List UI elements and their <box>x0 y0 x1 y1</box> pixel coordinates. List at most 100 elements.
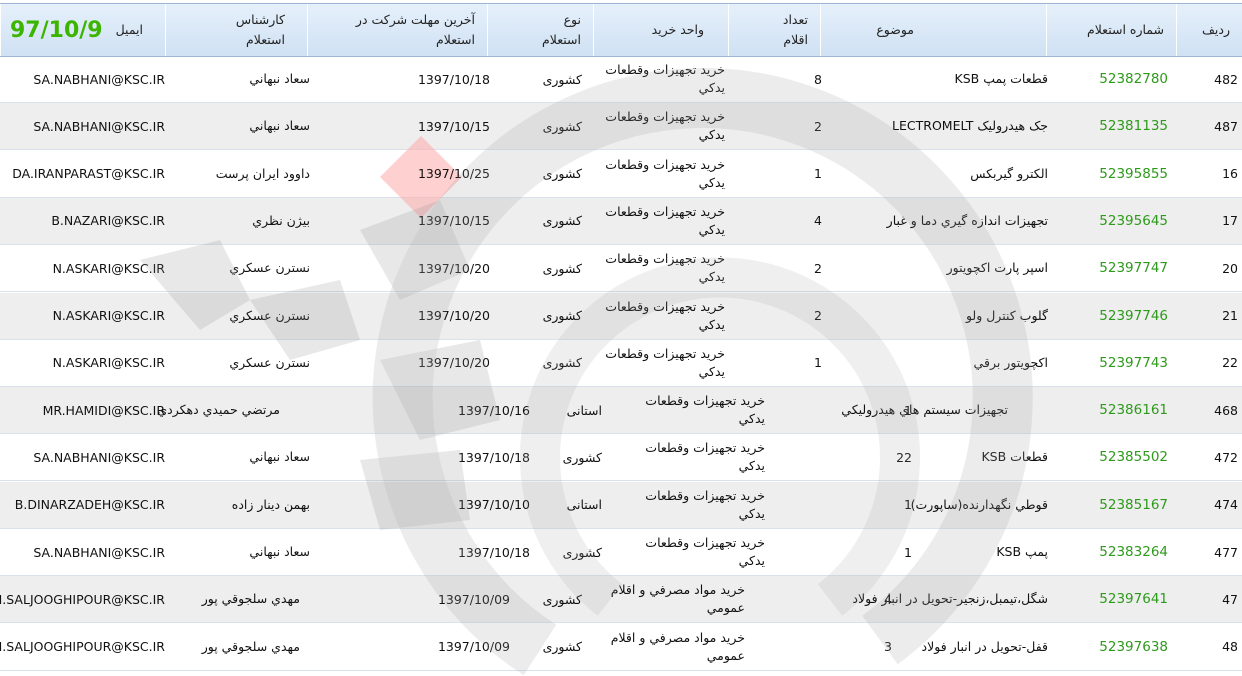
cell-unit: خريد تجهيزات وقطعات يدکي <box>645 487 765 521</box>
cell-unit: خريد تجهيزات وقطعات يدکي <box>605 345 725 379</box>
cell-radif: 472 <box>1214 449 1238 465</box>
cell-type: کشوری <box>542 71 582 87</box>
header-inquiry-number: شماره استعلام <box>1046 4 1176 56</box>
cell-subject: قوطي نگهدارنده(ساپورت) <box>910 496 1048 512</box>
table-row[interactable]: 21 52397746 گلوب کنترل ولو 2 خريد تجهيزات وق… <box>0 292 1242 340</box>
cell-email[interactable]: N.ASKARI@KSC.IR <box>53 355 165 370</box>
cell-email[interactable]: N.ASKARI@KSC.IR <box>53 308 165 323</box>
table-row[interactable]: 474 52385167 قوطي نگهدارنده(ساپورت) 1 خريد ت… <box>0 481 1242 529</box>
table-row[interactable]: 48 52397638 قفل-تحويل در انبار فولاد 3 خريد … <box>0 624 1242 671</box>
cell-unit: خريد تجهيزات وقطعات يدکي <box>605 251 725 285</box>
date-badge: 97/10/9 <box>10 18 103 43</box>
cell-count: 3 <box>884 639 892 655</box>
cell-number[interactable]: 52386161 <box>1099 402 1168 418</box>
cell-expert: سعاد نبهاني <box>249 544 310 559</box>
cell-email[interactable]: B.NAZARI@KSC.IR <box>51 213 165 228</box>
cell-subject: الکترو گيربکس <box>970 165 1048 181</box>
header-item-count: تعداد اقلام <box>728 4 820 56</box>
cell-subject: قطعات پمپ KSB <box>954 71 1048 86</box>
cell-radif: 20 <box>1222 260 1238 276</box>
table-header: ردیف شماره استعلام موضوع تعداد اقلام واح… <box>0 3 1242 57</box>
cell-radif: 482 <box>1214 71 1238 87</box>
header-row-number: ردیف <box>1176 4 1242 56</box>
cell-expert: مهدي سلجوقي پور <box>201 591 300 607</box>
cell-email[interactable]: SA.NABHANI@KSC.IR <box>33 450 165 465</box>
cell-email[interactable]: N.ASKARI@KSC.IR <box>53 261 165 276</box>
cell-expert: نسترن عسکري <box>229 260 310 276</box>
cell-unit: خريد تجهيزات وقطعات يدکي <box>645 535 765 568</box>
cell-number[interactable]: 52395645 <box>1099 213 1168 229</box>
cell-subject: قفل-تحويل در انبار فولاد <box>921 638 1048 654</box>
table-row[interactable]: 482 52382780 قطعات پمپ KSB 8 خريد تجهيزات وق… <box>0 56 1242 103</box>
cell-count: 1 <box>904 497 912 513</box>
cell-type: استانی <box>566 402 602 418</box>
cell-deadline: 1397/10/10 <box>457 497 530 513</box>
cell-email[interactable]: MR.HAMIDI@KSC.IR <box>43 403 165 418</box>
cell-deadline: 1397/10/18 <box>457 449 530 465</box>
table-row[interactable]: 16 52395855 الکترو گيربکس 1 خريد تجهيزات وقط… <box>0 151 1242 198</box>
cell-deadline: 1397/10/20 <box>417 260 490 276</box>
cell-expert: نسترن عسکري <box>229 307 310 323</box>
cell-email[interactable]: DA.IRANPARAST@KSC.IR <box>12 166 165 181</box>
cell-expert: بهمن دينار زاده <box>231 496 310 512</box>
cell-email[interactable]: B.DINARZADEH@KSC.IR <box>15 497 165 512</box>
cell-type: کشوری <box>542 213 582 229</box>
header-subject: موضوع <box>820 4 1046 56</box>
table-row[interactable]: 468 52386161 تجهيزات سيستم هاي هيدروليکي 1 خ… <box>0 387 1242 435</box>
cell-number[interactable]: 52397638 <box>1099 639 1168 655</box>
cell-deadline: 1397/10/18 <box>417 71 490 87</box>
cell-deadline: 1397/10/15 <box>417 118 490 134</box>
cell-deadline: 1397/10/20 <box>417 308 490 323</box>
cell-unit: خريد تجهيزات وقطعات يدکي <box>605 109 725 143</box>
cell-radif: 47 <box>1222 591 1238 607</box>
cell-radif: 477 <box>1214 544 1238 560</box>
cell-subject: گلوب کنترل ولو <box>965 307 1048 323</box>
table-row[interactable]: 22 52397743 اکچويتور برقي 1 خريد تجهيزات وقط… <box>0 340 1242 387</box>
table-row[interactable]: 17 52395645 تجهيزات اندازه گيري دما و غبار… <box>0 197 1242 245</box>
cell-email[interactable]: M.SALJOOGHIPOUR@KSC.IR <box>0 639 165 654</box>
table-row[interactable]: 47 52397641 شگل،تيمبل،زنجير-تحويل در انبار… <box>0 576 1242 624</box>
cell-number[interactable]: 52395855 <box>1099 166 1168 182</box>
cell-type: کشوری <box>542 639 582 655</box>
cell-deadline: 1397/10/16 <box>457 402 530 418</box>
cell-number[interactable]: 52397641 <box>1099 591 1168 607</box>
cell-count: 1 <box>814 355 822 371</box>
cell-subject: اکچويتور برقي <box>973 354 1048 370</box>
cell-number[interactable]: 52397746 <box>1099 308 1168 324</box>
cell-radif: 474 <box>1214 497 1238 513</box>
cell-deadline: 1397/10/20 <box>417 355 490 371</box>
cell-deadline: 1397/10/15 <box>417 213 490 229</box>
cell-subject: قطعات KSB <box>981 449 1048 465</box>
table-row[interactable]: 472 52385502 قطعات KSB 22 خريد تجهيزات وقطعا… <box>0 434 1242 482</box>
cell-radif: 21 <box>1222 308 1238 323</box>
cell-email[interactable]: SA.NABHANI@KSC.IR <box>33 72 165 87</box>
header-inquiry-type: نوع استعلام <box>487 4 593 56</box>
cell-type: کشوری <box>542 118 582 134</box>
cell-type: کشوری <box>562 449 602 465</box>
cell-unit: خريد تجهيزات وقطعات يدکي <box>605 62 725 95</box>
cell-type: کشوری <box>562 544 602 560</box>
cell-subject: پمپ KSB <box>996 544 1048 559</box>
cell-radif: 17 <box>1222 213 1238 229</box>
cell-expert: مرتضي حميدي دهکردي <box>157 402 280 418</box>
cell-unit: خريد تجهيزات وقطعات يدکي <box>645 440 765 474</box>
cell-unit: خريد تجهيزات وقطعات يدکي <box>605 298 725 332</box>
cell-expert: سعاد نبهاني <box>249 118 310 134</box>
cell-number[interactable]: 52397747 <box>1099 260 1168 276</box>
cell-number[interactable]: 52382780 <box>1099 71 1168 87</box>
cell-number[interactable]: 52385502 <box>1099 449 1168 465</box>
cell-count: 2 <box>814 118 822 134</box>
cell-number[interactable]: 52397743 <box>1099 355 1168 371</box>
cell-number[interactable]: 52385167 <box>1099 497 1168 513</box>
cell-email[interactable]: SA.NABHANI@KSC.IR <box>33 119 165 134</box>
table-row[interactable]: 20 52397747 اسپر پارت اکچويتور 2 خريد تجهيزا… <box>0 245 1242 293</box>
cell-deadline: 1397/10/25 <box>417 166 490 182</box>
cell-email[interactable]: M.SALJOOGHIPOUR@KSC.IR <box>0 592 165 607</box>
cell-number[interactable]: 52383264 <box>1099 544 1168 560</box>
cell-count: 8 <box>814 71 822 87</box>
table-row[interactable]: 477 52383264 پمپ KSB 1 خريد تجهيزات وقطعات ي… <box>0 529 1242 576</box>
table-row[interactable]: 487 52381135 جک هيدروليک LECTROMELT 2 خريد ت… <box>0 103 1242 151</box>
cell-number[interactable]: 52381135 <box>1099 118 1168 134</box>
cell-type: کشوری <box>542 260 582 276</box>
cell-email[interactable]: SA.NABHANI@KSC.IR <box>33 545 165 560</box>
